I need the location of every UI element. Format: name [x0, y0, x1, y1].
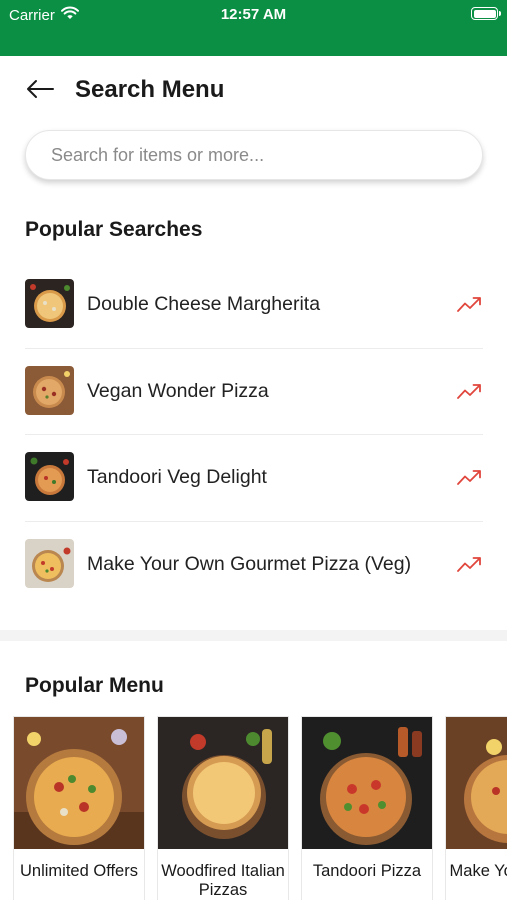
trending-up-icon — [457, 556, 481, 572]
pizza-thumbnail — [25, 452, 74, 501]
page-title: Search Menu — [75, 76, 225, 103]
popular-searches-list: Double Cheese Margherita Vegan Wonder Pi… — [25, 262, 483, 608]
popular-search-label: Double Cheese Margherita — [87, 293, 321, 315]
menu-card-image — [302, 717, 432, 849]
popular-search-item[interactable]: Make Your Own Gourmet Pizza (Veg) — [25, 522, 483, 609]
trending-up-icon — [457, 470, 481, 485]
status-bar: Carrier 12:57 AM — [0, 0, 507, 56]
menu-card-label: Unlimited Offers — [20, 862, 138, 880]
menu-card[interactable]: Make Your Pizza — [445, 716, 507, 900]
trending-up-icon — [457, 297, 481, 312]
status-time: 12:57 AM — [220, 6, 287, 23]
menu-card[interactable]: Unlimited Offers — [13, 716, 145, 900]
popular-search-label: Tandoori Veg Delight — [87, 466, 267, 488]
back-button[interactable] — [22, 74, 58, 104]
menu-card-label: Woodfired Italian Pizzas — [161, 862, 285, 899]
menu-card-label: Make Your Pizza — [449, 862, 507, 880]
battery-icon — [471, 7, 501, 20]
trending-up-icon — [457, 383, 481, 399]
arrow-left-icon — [27, 80, 54, 98]
header: Search Menu — [0, 56, 507, 124]
menu-card[interactable]: Woodfired Italian Pizzas — [157, 716, 289, 900]
popular-search-item[interactable]: Tandoori Veg Delight — [25, 435, 483, 522]
popular-search-label: Make Your Own Gourmet Pizza (Veg) — [87, 552, 412, 575]
pizza-thumbnail — [25, 365, 74, 415]
menu-card-image — [158, 717, 288, 849]
popular-search-item[interactable]: Double Cheese Margherita — [25, 262, 483, 349]
menu-card[interactable]: Tandoori Pizza — [301, 716, 433, 900]
section-divider — [0, 630, 507, 641]
pizza-thumbnail — [25, 279, 74, 328]
popular-search-item[interactable]: Vegan Wonder Pizza — [25, 349, 483, 435]
popular-menu-title: Popular Menu — [25, 674, 164, 697]
search-box[interactable] — [25, 130, 483, 180]
popular-search-label: Vegan Wonder Pizza — [87, 379, 269, 402]
menu-card-label: Tandoori Pizza — [312, 862, 422, 880]
popular-searches-title: Popular Searches — [25, 218, 203, 241]
menu-card-image — [14, 717, 144, 849]
search-input[interactable] — [51, 131, 461, 179]
popular-menu-carousel[interactable]: Unlimited Offers Woodfired Italian Pizza… — [13, 716, 507, 900]
menu-card-image — [446, 717, 507, 849]
pizza-thumbnail — [25, 538, 74, 588]
